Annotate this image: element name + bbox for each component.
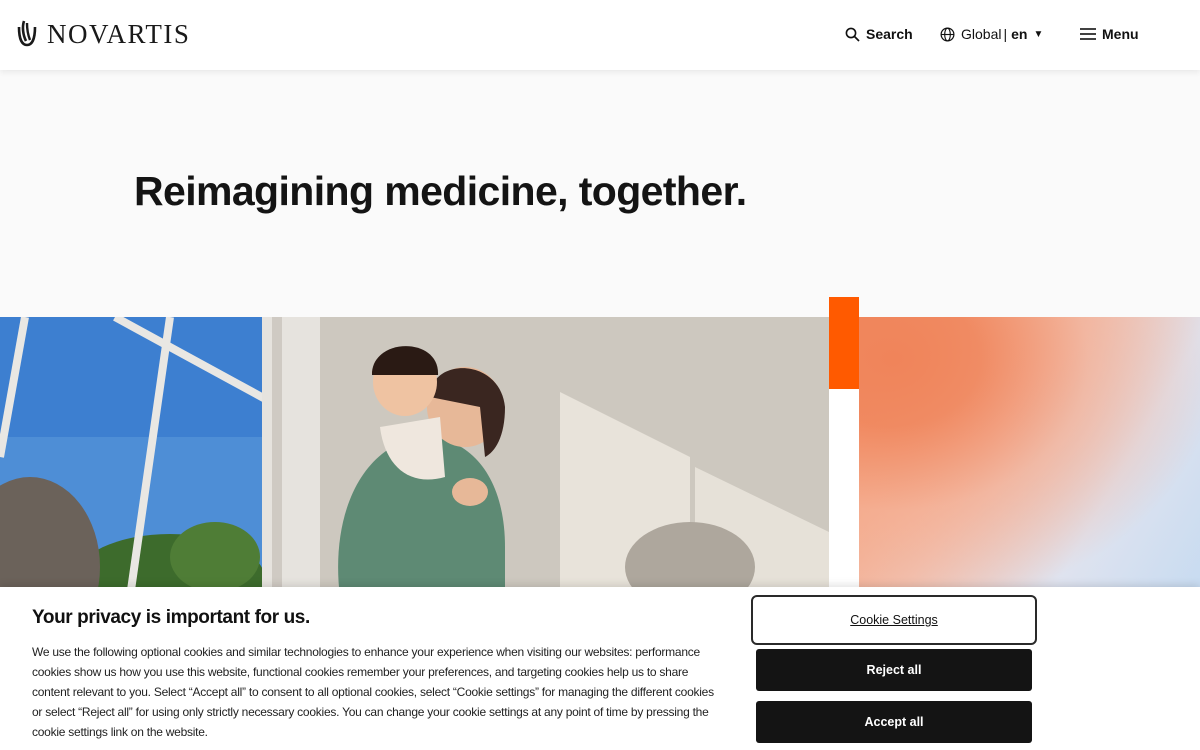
hero-title-bold: together	[578, 168, 737, 214]
cookie-settings-button[interactable]: Cookie Settings	[751, 595, 1037, 645]
cookie-banner-title: Your privacy is important for us.	[32, 607, 310, 628]
language-selector[interactable]: Global | en ▼	[940, 24, 1043, 44]
accept-all-button[interactable]: Accept all	[756, 701, 1032, 743]
hero-title: Reimagining medicine, together.	[134, 168, 747, 215]
accent-orange-bar	[829, 297, 859, 389]
globe-icon	[940, 27, 955, 41]
search-button[interactable]: Search	[845, 24, 913, 44]
search-icon	[845, 27, 860, 42]
novartis-flame-icon	[17, 20, 37, 47]
cookie-banner-body: We use the following optional cookies an…	[32, 645, 714, 739]
accent-white-bar	[829, 389, 859, 599]
menu-button[interactable]: Menu	[1080, 24, 1139, 44]
cookie-consent-banner: Your privacy is important for us. We use…	[0, 587, 1200, 750]
language-code: en	[1011, 26, 1028, 42]
gradient-panel	[859, 317, 1200, 597]
language-separator: |	[1003, 26, 1008, 42]
menu-label: Menu	[1102, 26, 1139, 42]
hero-photo	[0, 317, 829, 597]
site-header: NOVARTIS Search Global | en ▼ Menu	[0, 0, 1200, 70]
search-label: Search	[866, 26, 913, 42]
region-label: Global	[961, 26, 1002, 42]
hero-title-period: .	[735, 168, 747, 214]
hamburger-menu-icon	[1080, 28, 1096, 40]
hero-title-regular: Reimagining medicine,	[134, 168, 579, 214]
hero-photo-illustration	[0, 317, 829, 597]
caret-down-icon: ▼	[1033, 28, 1044, 40]
reject-all-button[interactable]: Reject all	[756, 649, 1032, 691]
novartis-logo[interactable]: NOVARTIS	[14, 18, 190, 50]
logo-wordmark: NOVARTIS	[47, 19, 191, 49]
